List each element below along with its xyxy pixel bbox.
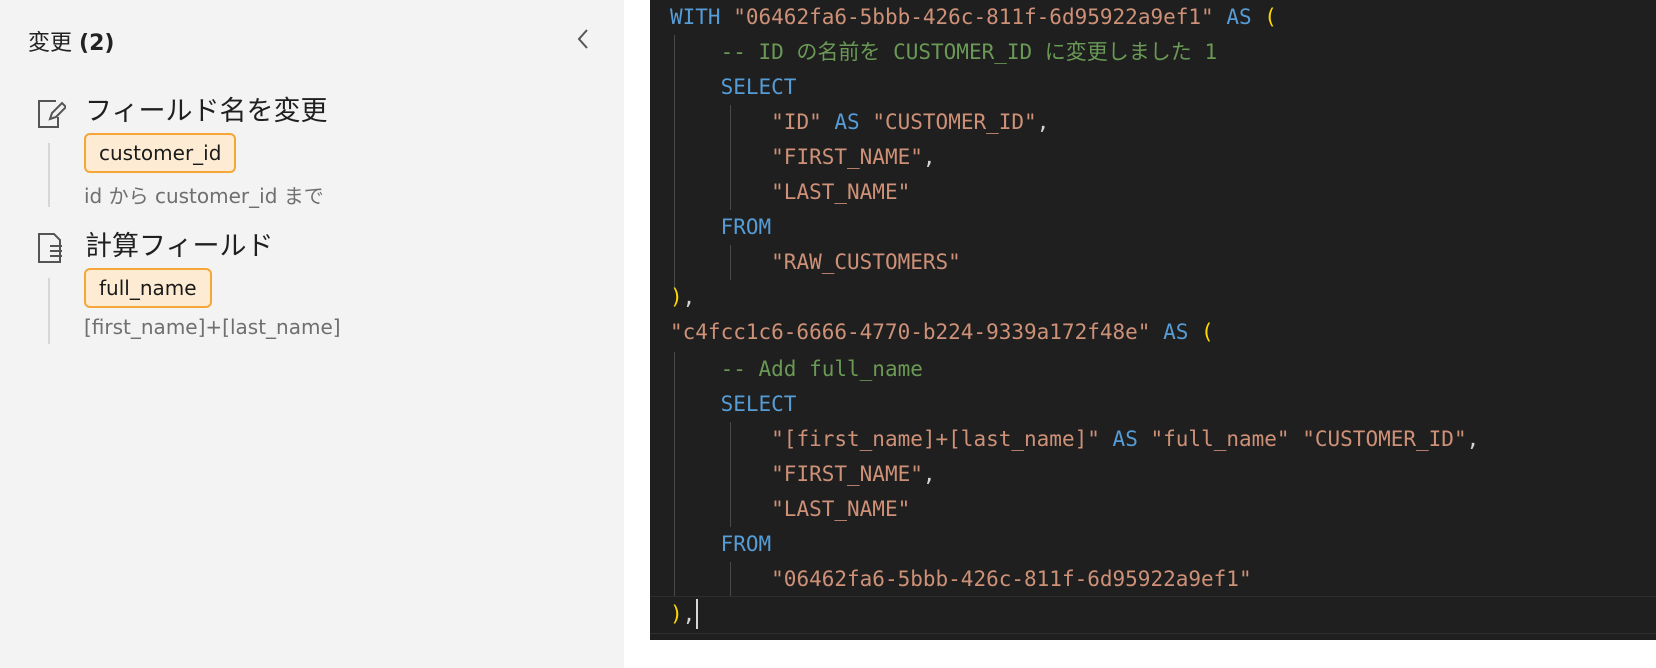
change-item-rename[interactable]: フィールド名を変更 customer_id id から customer_id … [0, 95, 600, 215]
code-line-9: ), [670, 280, 695, 315]
change-description: [first_name]+[last_name] [84, 315, 341, 339]
expression: "[first_name]+[last_name]" [771, 427, 1100, 451]
bracket: ( [1201, 320, 1214, 344]
calculated-field-icon [36, 232, 66, 263]
punctuation: , [922, 145, 936, 169]
table-name: "RAW_CUSTOMERS" [771, 250, 961, 274]
panel-title: 変更 (2) [28, 25, 114, 57]
sql-code-editor[interactable]: WITH "06462fa6-5bbb-426c-811f-6d95922a9e… [650, 0, 1656, 640]
code-line-3: SELECT [670, 70, 797, 105]
column: "ID" [771, 110, 822, 134]
bracket: ) [670, 285, 683, 309]
chevron-left-icon [577, 29, 588, 49]
code-line-2: -- ID の名前を CUSTOMER_ID に変更しました 1 [670, 35, 1218, 70]
change-title: フィールド名を変更 [85, 96, 328, 127]
changes-panel: 変更 (2) フィールド名を変更 customer_id id から custo… [0, 0, 624, 668]
column: "LAST_NAME" [771, 180, 911, 204]
code-line-18: ), [670, 597, 695, 632]
comment: -- Add full_name [720, 357, 923, 381]
keyword: FROM [720, 215, 772, 239]
bracket: ) [670, 602, 683, 626]
punctuation: , [682, 285, 696, 309]
field-chip[interactable]: full_name [84, 268, 212, 308]
code-line-6: "LAST_NAME" [670, 175, 910, 210]
code-line-4: "ID" AS "CUSTOMER_ID", [670, 105, 1049, 140]
code-line-7: FROM [670, 210, 772, 245]
column: "LAST_NAME" [771, 497, 911, 521]
keyword: AS [1112, 427, 1138, 451]
rename-field-icon [36, 97, 68, 128]
keyword: AS [834, 110, 860, 134]
cte-name: "06462fa6-5bbb-426c-811f-6d95922a9ef1" [733, 5, 1214, 29]
comment: -- ID の名前を CUSTOMER_ID に変更しました 1 [720, 40, 1218, 64]
code-line-1: WITH "06462fa6-5bbb-426c-811f-6d95922a9e… [670, 0, 1277, 35]
code-line-10: "c4fcc1c6-6666-4770-b224-9339a172f48e" A… [670, 315, 1214, 350]
code-line-11: -- Add full_name [670, 352, 923, 387]
collapse-panel-button[interactable] [568, 24, 598, 54]
column: "FIRST_NAME" [771, 462, 923, 486]
code-line-17: "06462fa6-5bbb-426c-811f-6d95922a9ef1" [670, 562, 1252, 597]
current-line-highlight [650, 596, 1656, 634]
column-alias: "full_name" [1150, 427, 1290, 451]
code-line-8: "RAW_CUSTOMERS" [670, 245, 961, 280]
keyword: SELECT [720, 75, 797, 99]
keyword: WITH [670, 5, 721, 29]
panel-title-label: 変更 [28, 31, 73, 56]
keyword: FROM [720, 532, 772, 556]
table-name: "06462fa6-5bbb-426c-811f-6d95922a9ef1" [771, 567, 1252, 591]
keyword: AS [1163, 320, 1189, 344]
punctuation: , [1466, 427, 1480, 451]
punctuation: , [682, 602, 696, 626]
keyword: SELECT [720, 392, 797, 416]
code-line-15: "LAST_NAME" [670, 492, 910, 527]
column: "FIRST_NAME" [771, 145, 923, 169]
change-description: id から customer_id まで [84, 184, 324, 208]
code-line-16: FROM [670, 527, 772, 562]
cte-name: "c4fcc1c6-6666-4770-b224-9339a172f48e" [670, 320, 1151, 344]
code-line-5: "FIRST_NAME", [670, 140, 936, 175]
field-chip[interactable]: customer_id [84, 133, 237, 173]
change-rail [48, 143, 50, 207]
keyword: AS [1226, 5, 1252, 29]
change-rail [48, 278, 50, 344]
code-line-14: "FIRST_NAME", [670, 457, 936, 492]
column: "CUSTOMER_ID" [1302, 427, 1467, 451]
punctuation: , [922, 462, 936, 486]
change-count: (2) [79, 31, 115, 56]
bracket: ( [1264, 5, 1277, 29]
punctuation: , [1036, 110, 1050, 134]
column-alias: "CUSTOMER_ID" [872, 110, 1037, 134]
change-item-calculated[interactable]: 計算フィールド full_name [first_name]+[last_nam… [0, 230, 600, 350]
code-line-13: "[first_name]+[last_name]" AS "full_name… [670, 422, 1479, 457]
text-cursor [696, 599, 698, 629]
change-title: 計算フィールド [85, 231, 274, 262]
code-line-12: SELECT [670, 387, 797, 422]
